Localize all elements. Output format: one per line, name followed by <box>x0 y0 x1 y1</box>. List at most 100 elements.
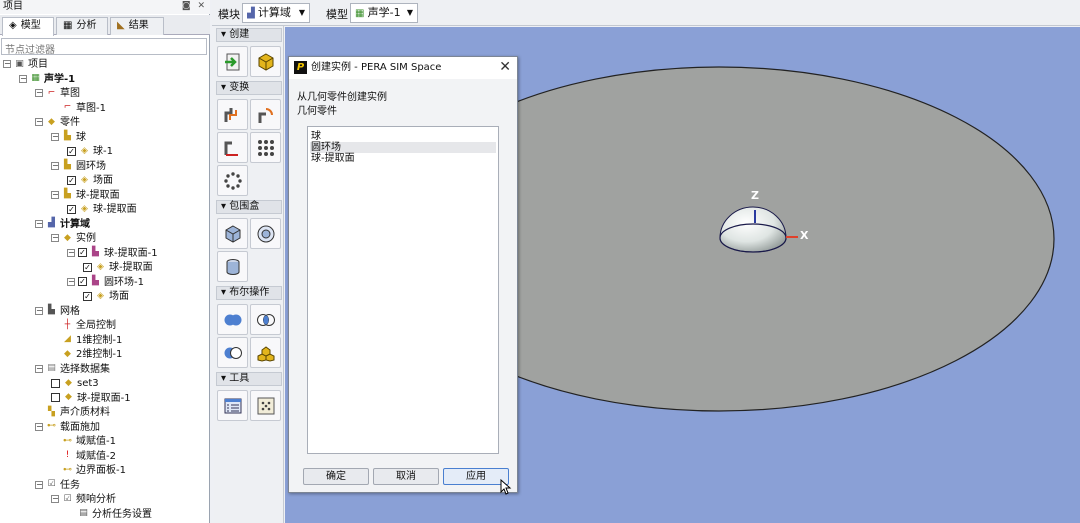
list-item[interactable]: 球 <box>310 131 496 142</box>
model-label: 模型 <box>326 8 348 21</box>
expand-toggle-icon[interactable]: − <box>51 161 59 170</box>
section-create[interactable]: ▾ 创建 <box>216 28 282 42</box>
tree-node[interactable]: − ✓ ▙ 圆环场-1 <box>67 276 144 291</box>
close-icon[interactable]: ✕ <box>499 59 511 75</box>
expand-toggle-icon[interactable]: − <box>19 74 27 83</box>
mouse-cursor-icon <box>500 479 512 495</box>
tree-node[interactable]: − ☑ 任务 <box>35 479 80 494</box>
union-button[interactable] <box>217 304 248 335</box>
tree-node[interactable]: ✓ ◈ 场面 <box>67 174 113 189</box>
tree-node[interactable]: ▤ 分析任务设置 <box>67 508 152 523</box>
1d-control-icon: ◢ <box>64 334 71 344</box>
visibility-checkbox[interactable]: ✓ <box>67 175 76 185</box>
expand-toggle-icon[interactable]: − <box>67 277 75 286</box>
tree-node[interactable]: − ✓ ▙ 球-提取面-1 <box>67 247 158 262</box>
intersect-button[interactable] <box>250 304 281 335</box>
part-list[interactable]: 球 圆环场 球-提取面 <box>307 126 499 454</box>
tree-node[interactable]: − ▙ 球 <box>51 131 86 146</box>
expand-toggle-icon[interactable]: − <box>35 118 43 126</box>
cancel-button[interactable]: 取消 <box>373 468 439 485</box>
tree-node-label: 选择数据集 <box>60 363 110 375</box>
visibility-checkbox[interactable]: ✓ <box>78 248 87 257</box>
expand-toggle-icon[interactable]: − <box>35 364 43 373</box>
tree-node[interactable]: ✓ ◈ 球-提取面 <box>83 261 153 276</box>
tree-node[interactable]: − ⊷ 载面施加 <box>35 421 100 436</box>
tree-node[interactable]: ▚ 声介质材料 <box>35 406 110 421</box>
tree-node[interactable]: ◆ set3 <box>51 377 99 392</box>
visibility-checkbox[interactable]: ✓ <box>67 204 76 214</box>
list-tool-button[interactable] <box>217 390 248 421</box>
list-item-selected[interactable]: 圆环场 <box>310 142 496 153</box>
tree-node[interactable]: ⌐ 草图-1 <box>51 102 106 117</box>
tree-node-label: 球-提取面 <box>76 189 120 201</box>
grid-array-icon <box>258 140 274 156</box>
stitch-button[interactable] <box>250 337 281 368</box>
section-bounding-box[interactable]: ▾ 包围盒 <box>216 200 282 214</box>
expand-toggle-icon[interactable]: − <box>35 89 43 97</box>
tree-node[interactable]: ✓ ◈ 球-提取面 <box>67 203 137 218</box>
expand-toggle-icon[interactable]: − <box>51 495 59 503</box>
list-item[interactable]: 球-提取面 <box>310 153 496 164</box>
tree-node[interactable]: − ⌐ 草图 <box>35 87 80 102</box>
expand-toggle-icon[interactable]: − <box>67 248 75 257</box>
tree-node[interactable]: − ▙ 圆环场 <box>51 160 106 175</box>
visibility-checkbox[interactable]: ✓ <box>83 291 92 301</box>
tree-node[interactable]: − ☑ 频响分析 <box>51 493 116 508</box>
tab-results[interactable]: ◣ 结果 <box>110 17 164 35</box>
tree-node[interactable]: − ▙ 球-提取面 <box>51 189 120 204</box>
tree-node[interactable]: ◢ 1维控制-1 <box>51 334 122 349</box>
tree-node[interactable]: − ◆ 实例 <box>51 232 96 247</box>
section-boolean[interactable]: ▾ 布尔操作 <box>216 286 282 300</box>
section-tools[interactable]: ▾ 工具 <box>216 372 282 386</box>
tree-node[interactable]: − ◆ 零件 <box>35 116 80 131</box>
global-control-icon: ┼ <box>64 319 71 330</box>
translate-button[interactable] <box>217 99 248 130</box>
rotate-button[interactable] <box>250 99 281 130</box>
linear-array-button[interactable] <box>250 132 281 163</box>
tree-node[interactable]: ⊷ 域赋值-1 <box>51 435 116 450</box>
tree-node[interactable]: ✓ ◈ 场面 <box>83 290 129 305</box>
tree-node[interactable]: − ▣ 项目 <box>3 58 48 73</box>
ok-button[interactable]: 确定 <box>303 468 369 485</box>
tree-node[interactable]: ◆ 2维控制-1 <box>51 348 122 363</box>
tree-node[interactable]: − ▤ 选择数据集 <box>35 363 110 378</box>
tree-node[interactable]: − ▟ 计算域 <box>35 218 90 233</box>
create-part-button[interactable] <box>250 46 281 77</box>
import-button[interactable] <box>217 46 248 77</box>
sphere-bound-button[interactable] <box>250 218 281 249</box>
tree-node[interactable]: ! 域赋值-2 <box>51 450 116 465</box>
model-select[interactable]: ▦ 声学-1 ▼ <box>350 3 418 23</box>
expand-toggle-icon[interactable]: − <box>35 219 43 228</box>
expand-toggle-icon[interactable]: − <box>51 234 59 242</box>
visibility-checkbox[interactable]: ✓ <box>78 277 87 286</box>
expand-toggle-icon[interactable]: − <box>51 190 59 199</box>
box-bound-button[interactable] <box>217 218 248 249</box>
expand-toggle-icon[interactable]: − <box>35 480 43 489</box>
module-select[interactable]: ▟ 计算域 ▼ <box>242 3 310 23</box>
circular-array-button[interactable] <box>217 165 248 196</box>
expand-toggle-icon[interactable]: − <box>35 422 43 431</box>
tree-node[interactable]: ◆ 球-提取面-1 <box>51 392 131 407</box>
visibility-checkbox[interactable]: ✓ <box>67 146 76 156</box>
expand-toggle-icon[interactable]: − <box>51 132 59 141</box>
tree-node[interactable]: ┼ 全局控制 <box>51 319 116 334</box>
visibility-checkbox[interactable] <box>51 393 60 402</box>
pera-logo-icon: P <box>294 61 307 74</box>
dot-tool-button[interactable] <box>250 390 281 421</box>
mirror-button[interactable] <box>217 132 248 163</box>
expand-toggle-icon[interactable]: − <box>35 306 43 315</box>
section-transform[interactable]: ▾ 变换 <box>216 81 282 95</box>
tree-node[interactable]: ✓ ◈ 球-1 <box>67 145 113 160</box>
visibility-checkbox[interactable]: ✓ <box>83 262 92 272</box>
visibility-checkbox[interactable] <box>51 378 60 388</box>
tree-node[interactable]: ⊷ 边界面板-1 <box>51 464 126 479</box>
subtract-button[interactable] <box>217 337 248 368</box>
tree-node[interactable]: − ▙ 网格 <box>35 305 80 320</box>
panel-window-buttons[interactable]: ◙ ✕ <box>182 1 207 11</box>
tab-analysis[interactable]: ▦ 分析 <box>56 17 108 35</box>
tab-model[interactable]: ◈ 模型 <box>2 17 54 36</box>
tree-node[interactable]: − ▦ 声学-1 <box>19 73 75 88</box>
expand-toggle-icon[interactable]: − <box>3 60 11 68</box>
node-filter-input[interactable]: 节点过滤器 <box>1 38 207 56</box>
cylinder-bound-button[interactable] <box>217 251 248 282</box>
